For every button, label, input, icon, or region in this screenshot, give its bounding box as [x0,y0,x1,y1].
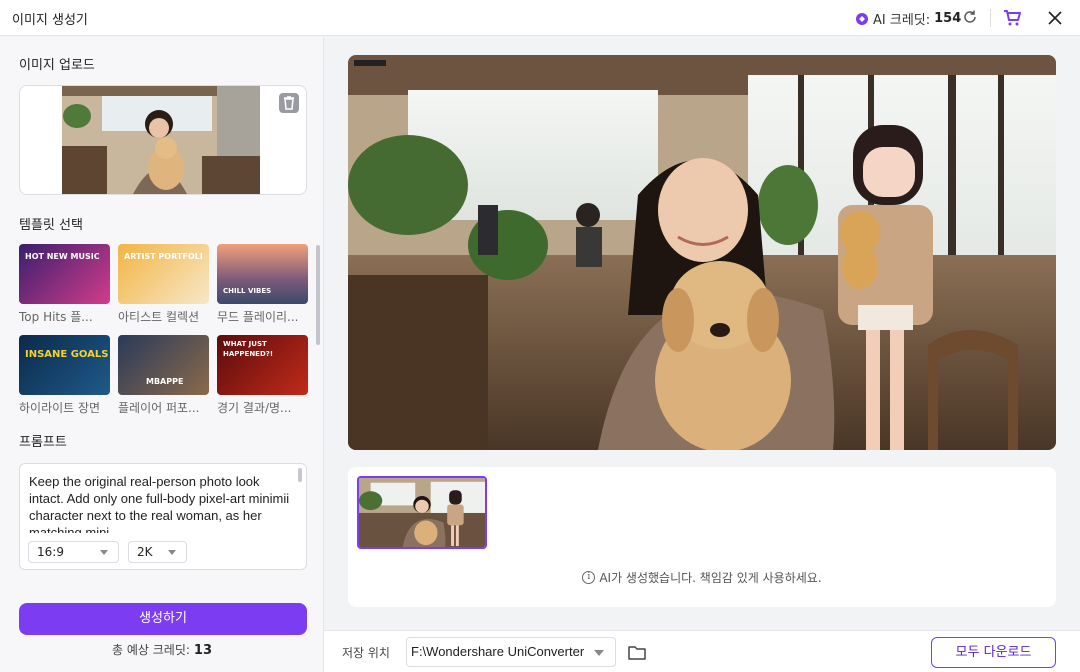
close-icon[interactable] [1046,9,1064,27]
credit-label: AI 크레딧: [873,13,931,28]
prompt-section-title: 프롬프트 [19,435,67,450]
prompt-scrollbar[interactable] [298,468,302,482]
result-thumbnail-image [359,478,485,547]
template-card-match-result[interactable]: WHAT JUST HAPPENED?! 경기 결과/명... [217,335,308,416]
template-section-title: 템플릿 선택 [19,218,83,233]
ai-notice: i AI가 생성했습니다. 책임감 있게 사용하세요. [348,569,1056,586]
template-card-top-hits[interactable]: HOT NEW MUSIC Top Hits 플... [19,244,110,325]
folder-icon[interactable] [628,645,646,660]
refresh-icon[interactable] [962,9,978,25]
result-thumbnail-selected[interactable] [357,476,487,549]
ai-notice-text: AI가 생성했습니다. 책임감 있게 사용하세요. [599,571,822,585]
upload-box[interactable] [19,85,307,195]
template-label: 하이라이트 장면 [19,401,101,415]
template-thumb-text: CHILL VIBES [223,287,272,295]
title-divider [990,9,991,27]
save-location-label: 저장 위치 [342,646,390,660]
template-label: 플레이어 퍼포... [118,401,200,415]
credit-coin-icon [856,12,868,25]
resolution-select[interactable]: 2K [128,541,187,563]
template-label: 무드 플레이리... [217,310,299,324]
prompt-textarea[interactable]: Keep the original real-person photo look… [29,473,291,533]
template-thumb: MBAPPE [118,335,209,395]
template-card-player[interactable]: MBAPPE 플레이어 퍼포... [118,335,209,416]
template-card-highlight[interactable]: INSANE GOALS 하이라이트 장면 [19,335,110,416]
estimated-credits-value: 13 [193,643,212,658]
credit-count: 154 [934,11,962,26]
uploaded-image-thumbnail [62,86,260,194]
info-icon: i [582,571,596,584]
aspect-ratio-value: 16:9 [37,545,64,559]
template-thumb-text: ARTIST PORTFOLI [124,252,203,261]
chevron-down-icon[interactable] [594,650,604,656]
resolution-value: 2K [137,545,153,559]
template-scrollbar[interactable] [316,245,320,345]
ai-credits: AI 크레딧: 154 [856,9,961,28]
chevron-down-icon [168,550,176,555]
aspect-ratio-select[interactable]: 16:9 [28,541,119,563]
template-thumb: WHAT JUST HAPPENED?! [217,335,308,395]
template-label: 아티스트 컬렉션 [118,310,200,324]
generated-image-preview [348,55,1056,450]
template-thumb: HOT NEW MUSIC [19,244,110,304]
trash-icon [284,96,294,110]
upload-section-title: 이미지 업로드 [19,58,95,73]
delete-image-button[interactable] [279,93,299,113]
template-thumb: INSANE GOALS [19,335,110,395]
estimated-credits: 총 예상 크레딧: 13 [0,641,324,658]
chevron-down-icon [100,550,108,555]
bottom-bar: 저장 위치 F:\Wondershare UniConverter 모두 다운로… [324,630,1080,672]
save-path-select[interactable]: F:\Wondershare UniConverter [406,637,616,667]
template-thumb-text: MBAPPE [146,377,184,386]
prompt-box: Keep the original real-person photo look… [19,463,307,570]
download-all-button[interactable]: 모두 다운로드 [931,637,1056,668]
left-panel: 이미지 업로드 템플릿 선택 HOT NEW MUSIC Top Hits 플.… [0,37,324,672]
template-thumb: ARTIST PORTFOLI [118,244,209,304]
template-label: Top Hits 플... [19,310,93,324]
template-thumb-text: WHAT JUST HAPPENED?! [223,340,274,358]
template-thumb: CHILL VIBES [217,244,308,304]
template-card-mood[interactable]: CHILL VIBES 무드 플레이리... [217,244,308,325]
app-title: 이미지 생성기 [12,13,88,28]
generate-button[interactable]: 생성하기 [19,603,307,635]
cart-icon[interactable] [1003,9,1021,27]
template-card-artist[interactable]: ARTIST PORTFOLI 아티스트 컬렉션 [118,244,209,325]
template-thumb-text: INSANE GOALS [25,349,109,360]
result-thumbnail-strip: i AI가 생성했습니다. 책임감 있게 사용하세요. [348,467,1056,607]
template-label: 경기 결과/명... [217,401,292,415]
title-bar: 이미지 생성기 AI 크레딧: 154 [0,0,1080,36]
template-thumb-text: HOT NEW MUSIC [25,252,100,261]
estimated-credits-label: 총 예상 크레딧: [111,643,190,657]
